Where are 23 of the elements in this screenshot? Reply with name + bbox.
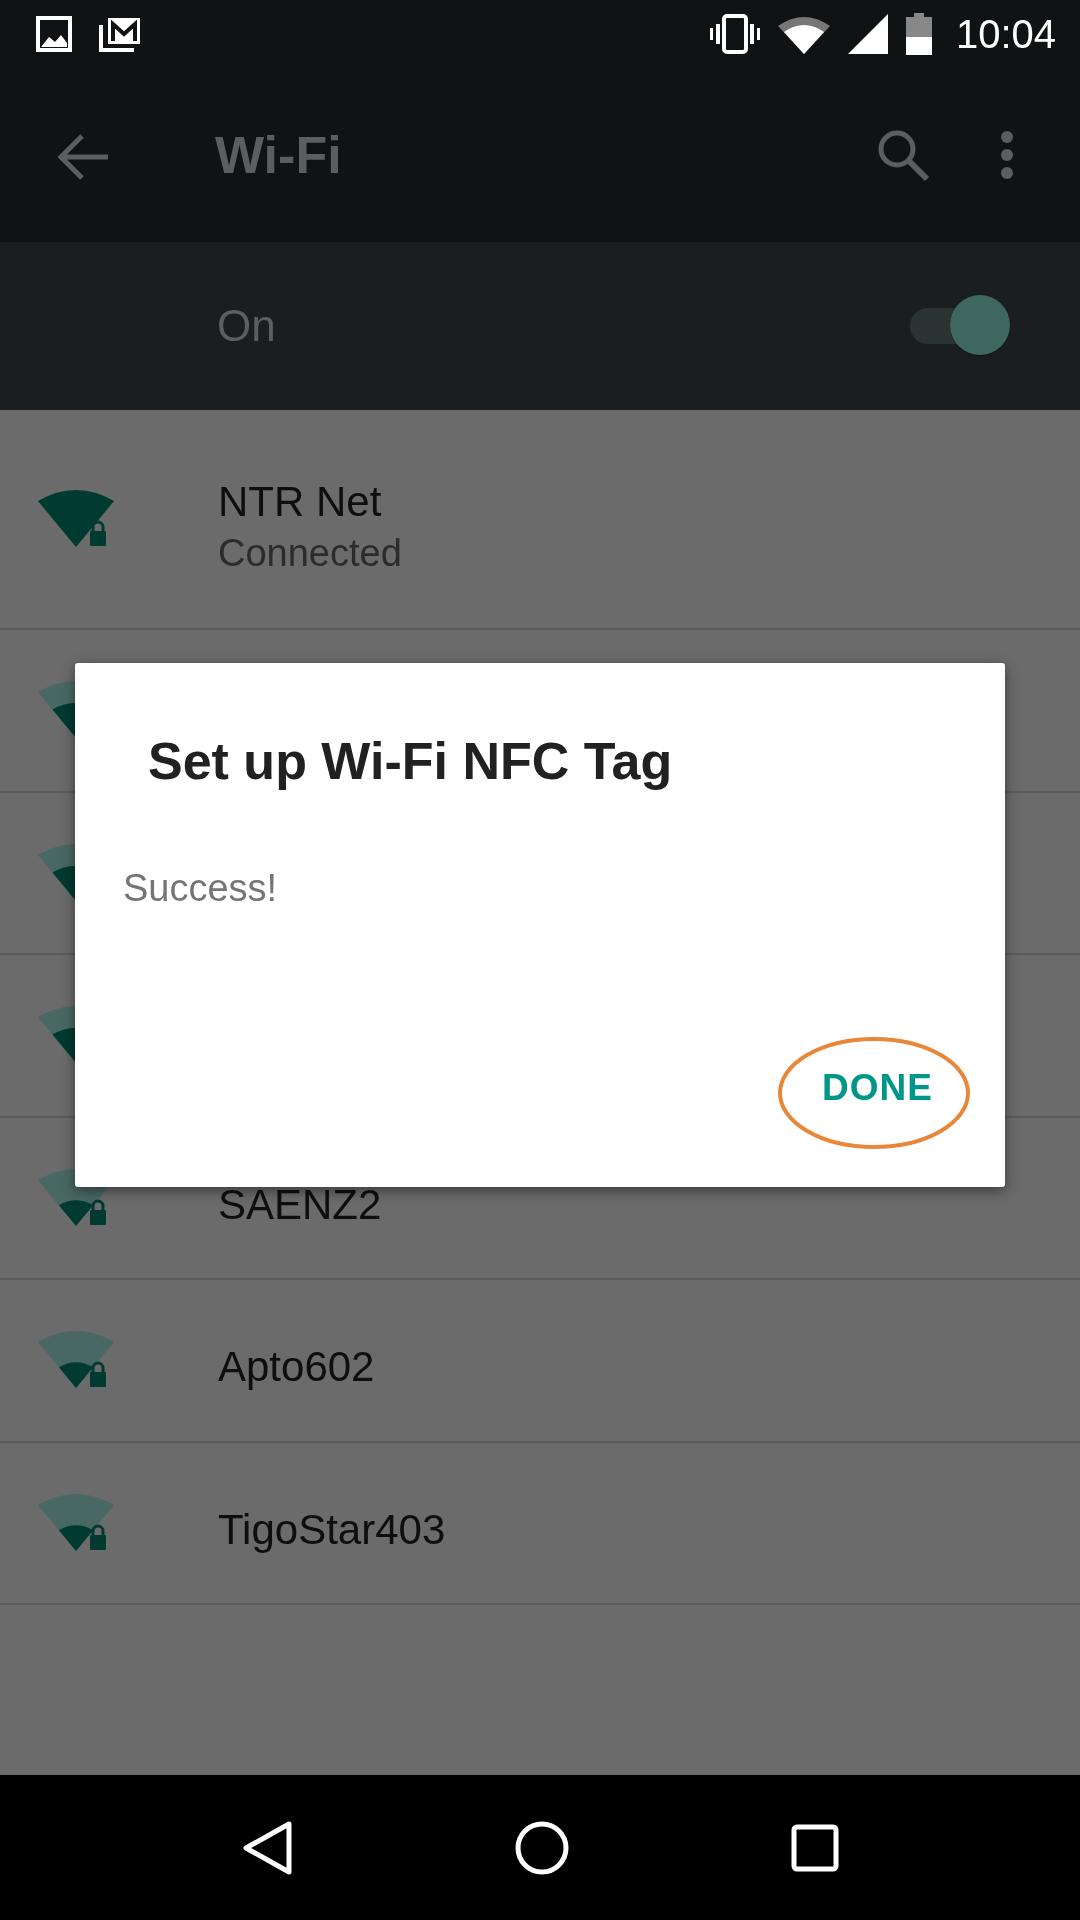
wifi-signal-icon [38, 489, 116, 549]
switch-label: On [217, 301, 277, 351]
screen-title: Wi-Fi [215, 125, 343, 185]
network-name[interactable]: TigoStar403 [218, 1505, 446, 1554]
dialog-message: Success! [123, 867, 278, 910]
clock-time: 10:04 [955, 11, 1056, 57]
back-icon[interactable] [241, 1819, 293, 1876]
network-name[interactable]: NTR Net [218, 477, 402, 526]
back-arrow-icon[interactable] [56, 133, 110, 181]
cell-signal-icon [847, 14, 888, 54]
network-name[interactable]: Apto602 [218, 1343, 375, 1392]
search-icon[interactable] [876, 128, 930, 182]
wifi-icon [777, 14, 830, 54]
more-options-icon[interactable] [1000, 131, 1014, 179]
home-icon[interactable] [515, 1820, 569, 1875]
mail-icon [98, 15, 142, 53]
recent-apps-icon[interactable] [791, 1823, 839, 1872]
gallery-icon [36, 16, 72, 52]
dialog-title: Set up Wi-Fi NFC Tag [148, 731, 673, 791]
network-status: Connected [218, 531, 402, 575]
battery-icon [905, 13, 932, 55]
wifi-signal-icon [38, 1492, 116, 1553]
vibrate-icon [709, 14, 760, 54]
